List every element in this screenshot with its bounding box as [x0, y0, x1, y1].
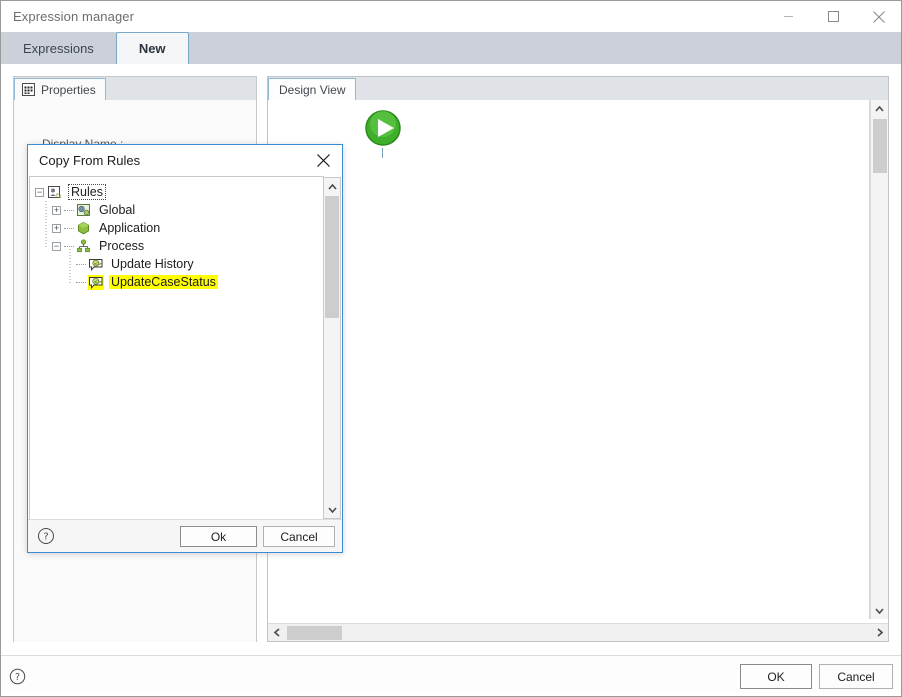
- tree-connector: [76, 263, 86, 265]
- dialog-tree-scrollbar[interactable]: [324, 177, 341, 519]
- expander-plus-icon[interactable]: +: [52, 205, 61, 215]
- help-circle-icon[interactable]: ?: [9, 668, 26, 685]
- tree-label-update-case-status: UpdateCaseStatus: [109, 275, 218, 289]
- title-bar: Expression manager: [1, 1, 901, 32]
- process-org-icon: [76, 238, 92, 254]
- rules-tree-list: − fx Rules + Global + Application − Proc…: [30, 183, 323, 291]
- expression-manager-window: Expression manager Expressions New Prope…: [0, 0, 902, 697]
- expression-icon: <>: [88, 274, 104, 290]
- tree-connector: [64, 227, 74, 229]
- properties-tabbar: Properties: [14, 77, 256, 100]
- status-bar: [1, 692, 901, 696]
- svg-text:<>: <>: [94, 261, 102, 267]
- dialog-ok-button[interactable]: Ok: [180, 526, 257, 547]
- dialog-title: Copy From Rules: [39, 153, 141, 168]
- tree-label-application: Application: [99, 221, 161, 235]
- tree-connector: [64, 209, 74, 211]
- design-canvas[interactable]: [269, 100, 870, 619]
- main-body: Properties Display Name : Name : Descrip…: [1, 64, 901, 655]
- play-start-icon[interactable]: [362, 107, 404, 149]
- svg-text:<>: <>: [94, 279, 102, 285]
- tab-new[interactable]: New: [115, 32, 189, 64]
- tab-properties[interactable]: Properties: [14, 78, 106, 100]
- tree-node-rules[interactable]: − fx Rules: [30, 183, 323, 201]
- svg-text:fx: fx: [56, 193, 62, 200]
- tree-connector: [64, 245, 74, 247]
- design-view-tabbar: Design View: [268, 77, 888, 100]
- expander-plus-icon[interactable]: +: [52, 223, 61, 233]
- rules-tree[interactable]: − fx Rules + Global + Application − Proc…: [29, 176, 324, 520]
- copy-from-rules-dialog: Copy From Rules − fx Rules + Global + Ap…: [27, 144, 343, 553]
- tree-label-process: Process: [99, 239, 145, 253]
- tree-node-global[interactable]: + Global: [30, 201, 323, 219]
- main-tabstrip: Expressions New: [1, 32, 901, 64]
- tree-label-rules: Rules: [68, 184, 106, 200]
- svg-text:?: ?: [43, 532, 48, 543]
- tree-label-update-history: Update History: [111, 257, 194, 271]
- design-view-horizontal-scrollbar[interactable]: [268, 623, 888, 641]
- dialog-scroll-thumb[interactable]: [325, 196, 339, 318]
- expander-minus-icon[interactable]: −: [35, 187, 44, 197]
- dialog-scroll-up-icon[interactable]: [324, 178, 340, 195]
- dialog-title-bar: Copy From Rules: [28, 145, 342, 176]
- global-icon: [76, 203, 92, 218]
- tree-node-update-case-status[interactable]: <> UpdateCaseStatus: [30, 273, 323, 291]
- help-circle-icon[interactable]: ?: [37, 527, 55, 545]
- dialog-scroll-down-icon[interactable]: [324, 501, 340, 518]
- tab-expressions[interactable]: Expressions: [1, 33, 116, 64]
- design-hscroll-thumb[interactable]: [287, 626, 342, 640]
- dialog-close-icon[interactable]: [304, 145, 342, 176]
- footer-ok-button[interactable]: OK: [740, 664, 812, 689]
- rules-root-icon: fx: [47, 185, 63, 200]
- tree-label-global: Global: [99, 203, 136, 217]
- footer-cancel-button[interactable]: Cancel: [819, 664, 893, 689]
- window-controls: [766, 1, 901, 32]
- dialog-footer: ? Ok Cancel: [28, 519, 342, 552]
- tree-node-process[interactable]: − Process: [30, 237, 323, 255]
- expression-icon: <>: [88, 257, 104, 272]
- expander-minus-icon[interactable]: −: [52, 241, 61, 251]
- design-view-panel: Design View: [267, 76, 889, 642]
- tab-design-view[interactable]: Design View: [268, 78, 357, 100]
- properties-grid-icon: [22, 83, 35, 96]
- tree-node-application[interactable]: + Application: [30, 219, 323, 237]
- properties-tab-label: Properties: [41, 82, 96, 97]
- minimize-icon[interactable]: [766, 1, 811, 32]
- maximize-icon[interactable]: [811, 1, 856, 32]
- design-scroll-up-icon[interactable]: [871, 100, 888, 117]
- flow-connector-stub: [382, 148, 383, 158]
- design-view-vertical-scrollbar[interactable]: [870, 100, 888, 619]
- application-hex-icon: [76, 221, 92, 236]
- design-hscroll-left-icon[interactable]: [268, 624, 285, 641]
- window-title: Expression manager: [13, 9, 135, 24]
- window-footer: ? OK Cancel: [1, 655, 901, 696]
- design-scroll-down-icon[interactable]: [871, 602, 888, 619]
- tree-node-update-history[interactable]: <> Update History: [30, 255, 323, 273]
- design-hscroll-right-icon[interactable]: [871, 624, 888, 641]
- close-icon[interactable]: [856, 1, 901, 32]
- design-scroll-thumb[interactable]: [873, 119, 887, 173]
- svg-text:?: ?: [15, 672, 20, 683]
- tree-connector: [76, 281, 86, 283]
- dialog-cancel-button[interactable]: Cancel: [263, 526, 335, 547]
